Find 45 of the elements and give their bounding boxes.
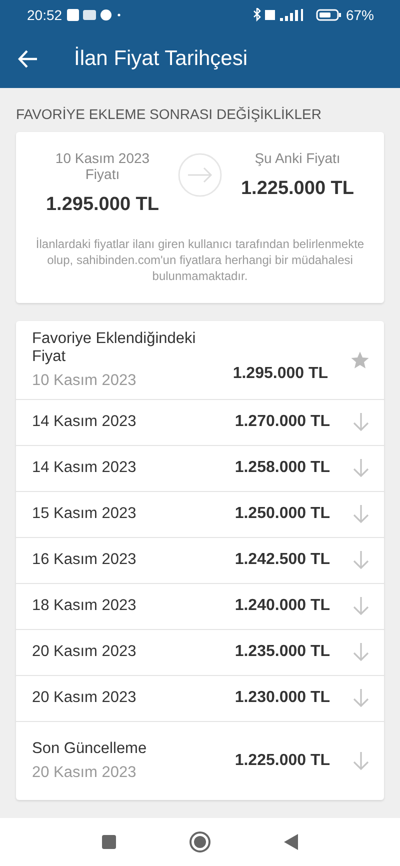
status-icons [66,8,122,22]
current-price-label: Şu Anki Fiyatı [254,150,342,166]
arrow-down-icon [352,412,370,432]
back-nav-icon[interactable] [283,833,299,851]
previous-price: 1.295.000 TL [46,194,160,216]
history-price: 1.225.000 TL [234,752,330,770]
history-date: 10 Kasım 2023 [32,372,138,390]
battery-icon [316,8,342,22]
recents-icon[interactable] [101,834,117,850]
arrow-down-icon [352,550,370,570]
history-date: 14 Kasım 2023 [32,459,138,478]
history-price: 1.230.000 TL [234,689,330,708]
battery-percentage: 67% [346,7,374,23]
history-date: 16 Kasım 2023 [32,551,138,570]
history-price: 1.242.500 TL [234,551,330,570]
history-date: 20 Kasım 2023 [32,689,138,708]
history-price: 1.240.000 TL [234,597,330,616]
history-date: 15 Kasım 2023 [32,505,138,524]
arrow-down-icon [352,750,370,771]
history-price: 1.250.000 TL [234,505,330,524]
history-date: 20 Kasım 2023 [32,764,138,782]
history-price: 1.270.000 TL [234,413,330,432]
arrow-right-icon [177,152,223,198]
arrow-down-icon [352,596,370,616]
status-time: 20:52 [27,7,62,23]
section-title: FAVORİYE EKLEME SONRASI DEĞİŞİKLİKLER [16,106,323,122]
history-label: Son Güncelleme [32,740,148,758]
history-date: 18 Kasım 2023 [32,597,138,616]
home-icon[interactable] [189,831,211,853]
disclaimer-text: İlanlardaki fiyatlar ilanı giren kullanıcı tarafından belirlenmekte olup, sahibinden.com'un fiyatlara herhangi bir müdahalesi bulunmamaktadır. [34,236,366,285]
history-price: 1.295.000 TL [232,364,328,383]
history-date: 14 Kasım 2023 [32,413,138,432]
current-price: 1.225.000 TL [240,178,354,200]
history-price: 1.258.000 TL [234,459,330,478]
arrow-down-icon [352,642,370,662]
arrow-down-icon [352,504,370,524]
arrow-down-icon [352,458,370,478]
back-icon[interactable] [18,50,38,68]
star-icon [350,350,370,370]
history-label: Favoriye Eklendiğindeki Fiyat [32,330,197,366]
history-date: 20 Kasım 2023 [32,643,138,662]
history-price: 1.235.000 TL [234,643,330,662]
previous-price-label: 10 Kasım 2023 Fiyatı [54,150,151,182]
screen-title: İlan Fiyat Tarihçesi [74,47,248,71]
arrow-down-icon [352,688,370,708]
